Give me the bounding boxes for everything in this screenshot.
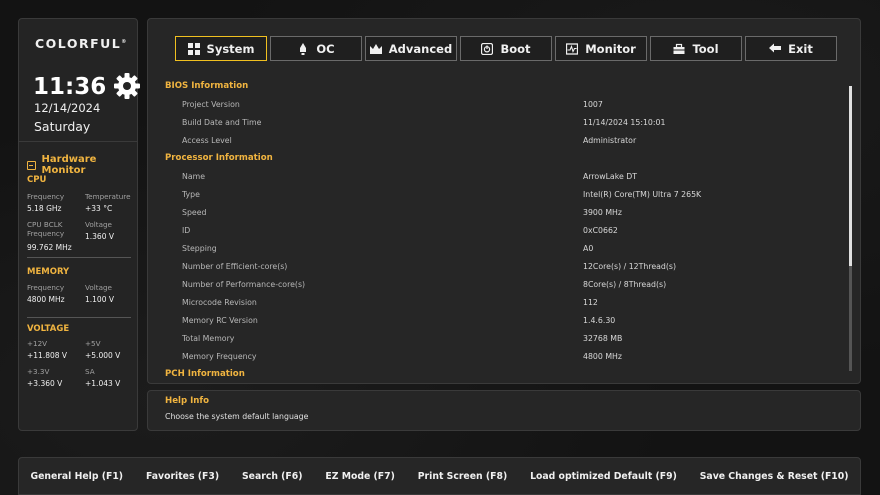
- cpu-frequency-label: Frequency: [27, 192, 65, 201]
- save-reset-button[interactable]: Save Changes & Reset (F10): [700, 471, 849, 482]
- info-row-stepping[interactable]: Stepping A0: [165, 239, 845, 257]
- power-icon: [481, 42, 494, 55]
- info-row-project-version[interactable]: Project Version 1007: [165, 95, 845, 113]
- cpu-temperature-value: +33 °C: [85, 204, 113, 213]
- tab-label: OC: [316, 41, 335, 56]
- info-row-efficient-cores[interactable]: Number of Efficient-core(s) 12Core(s) / 1…: [165, 257, 845, 275]
- tab-label: Exit: [788, 41, 813, 56]
- tab-monitor[interactable]: Monitor: [555, 36, 647, 61]
- memory-voltage-value: 1.100 V: [85, 295, 114, 304]
- tab-label: Tool: [692, 41, 719, 56]
- info-row-build-date[interactable]: Build Date and Time 11/14/2024 15:10:01: [165, 113, 845, 131]
- info-row-name[interactable]: Name ArrowLake DT: [165, 167, 845, 185]
- divider: [27, 257, 131, 258]
- brand-mark: ®: [121, 38, 128, 45]
- voltage-section-title: VOLTAGE: [27, 324, 70, 334]
- cpu-section-title: CPU: [27, 175, 47, 185]
- date: 12/14/2024: [34, 101, 101, 115]
- tab-label: Boot: [500, 41, 531, 56]
- v5-value: +5.000 V: [85, 351, 121, 360]
- info-row-id[interactable]: ID 0xC0662: [165, 221, 845, 239]
- help-text: Choose the system default language: [165, 412, 309, 421]
- tab-label: Advanced: [388, 41, 453, 56]
- sa-label: SA: [85, 367, 95, 376]
- scrollbar-thumb[interactable]: [849, 86, 852, 266]
- scrollbar[interactable]: [849, 86, 852, 371]
- tab-exit[interactable]: Exit: [745, 36, 837, 61]
- help-panel: Help Info Choose the system default lang…: [147, 390, 861, 431]
- info-row-type[interactable]: Type Intel(R) Core(TM) Ultra 7 265K: [165, 185, 845, 203]
- info-row-memory-rc[interactable]: Memory RC Version 1.4.6.30: [165, 311, 845, 329]
- cpu-voltage-label: Voltage: [85, 220, 112, 229]
- brand-name: COLORFUL: [35, 36, 122, 51]
- section-header-processor: Processor Information: [165, 153, 273, 163]
- ez-mode-button[interactable]: EZ Mode (F7): [325, 471, 394, 482]
- tab-label: Monitor: [585, 41, 636, 56]
- footer-bar: General Help (F1) Favorites (F3) Search …: [18, 457, 861, 495]
- cpu-bclk-value: 99.762 MHz: [27, 243, 72, 252]
- help-title: Help Info: [165, 396, 210, 406]
- hardware-monitor-title: Hardware Monitor: [27, 154, 137, 176]
- tab-system[interactable]: System: [175, 36, 267, 61]
- v33-value: +3.360 V: [27, 379, 63, 388]
- memory-voltage-label: Voltage: [85, 283, 112, 292]
- info-row-memory-frequency[interactable]: Memory Frequency 4800 MHz: [165, 347, 845, 365]
- v12-label: +12V: [27, 339, 48, 348]
- rocket-icon: [300, 42, 307, 55]
- cpu-bclk-label: CPU BCLK Frequency: [27, 220, 65, 238]
- divider: [19, 141, 137, 142]
- search-button[interactable]: Search (F6): [242, 471, 303, 482]
- sidebar: COLORFUL® 11:36 12/14/2024 Saturday Hard…: [18, 18, 140, 431]
- info-list: BIOS Information Project Version 1007 Bui…: [165, 77, 845, 383]
- main-panel: System OC Advanced Boot Monitor Tool Exi…: [147, 18, 861, 384]
- crown-icon: [369, 43, 382, 54]
- tab-bar: System OC Advanced Boot Monitor Tool Exi…: [175, 36, 837, 61]
- brand-logo: COLORFUL®: [35, 36, 128, 51]
- tab-oc[interactable]: OC: [270, 36, 362, 61]
- print-screen-button[interactable]: Print Screen (F8): [418, 471, 507, 482]
- cpu-temperature-label: Temperature: [85, 192, 131, 201]
- hardware-monitor-label: Hardware Monitor: [41, 154, 97, 176]
- gear-icon[interactable]: [112, 71, 142, 101]
- favorites-button[interactable]: Favorites (F3): [146, 471, 219, 482]
- section-header-pch: PCH Information: [165, 369, 245, 379]
- tab-boot[interactable]: Boot: [460, 36, 552, 61]
- cpu-frequency-value: 5.18 GHz: [27, 204, 62, 213]
- section-header-bios: BIOS Information: [165, 81, 249, 91]
- v33-label: +3.3V: [27, 367, 50, 376]
- memory-frequency-label: Frequency: [27, 283, 65, 292]
- tab-label: System: [206, 41, 255, 56]
- divider: [27, 317, 131, 318]
- memory-frequency-value: 4800 MHz: [27, 295, 65, 304]
- weekday: Saturday: [34, 119, 91, 134]
- v5-label: +5V: [85, 339, 101, 348]
- general-help-button[interactable]: General Help (F1): [30, 471, 123, 482]
- info-row-microcode[interactable]: Microcode Revision 112: [165, 293, 845, 311]
- back-arrow-icon: [769, 43, 782, 52]
- sa-value: +1.043 V: [85, 379, 121, 388]
- pulse-icon: [566, 42, 579, 55]
- toolbox-icon: [673, 43, 685, 54]
- v12-value: +11.808 V: [27, 351, 68, 360]
- info-row-performance-cores[interactable]: Number of Performance-core(s) 8Core(s) / …: [165, 275, 845, 293]
- load-default-button[interactable]: Load optimized Default (F9): [530, 471, 677, 482]
- clock-time: 11:36: [33, 74, 107, 100]
- tab-advanced[interactable]: Advanced: [365, 36, 457, 61]
- grid-icon: [187, 42, 200, 55]
- memory-section-title: MEMORY: [27, 267, 70, 277]
- cpu-voltage-value: 1.360 V: [85, 232, 114, 241]
- monitor-icon: [27, 160, 36, 170]
- tab-tool[interactable]: Tool: [650, 36, 742, 61]
- info-row-access-level[interactable]: Access Level Administrator: [165, 131, 845, 149]
- info-row-total-memory[interactable]: Total Memory 32768 MB: [165, 329, 845, 347]
- info-row-speed[interactable]: Speed 3900 MHz: [165, 203, 845, 221]
